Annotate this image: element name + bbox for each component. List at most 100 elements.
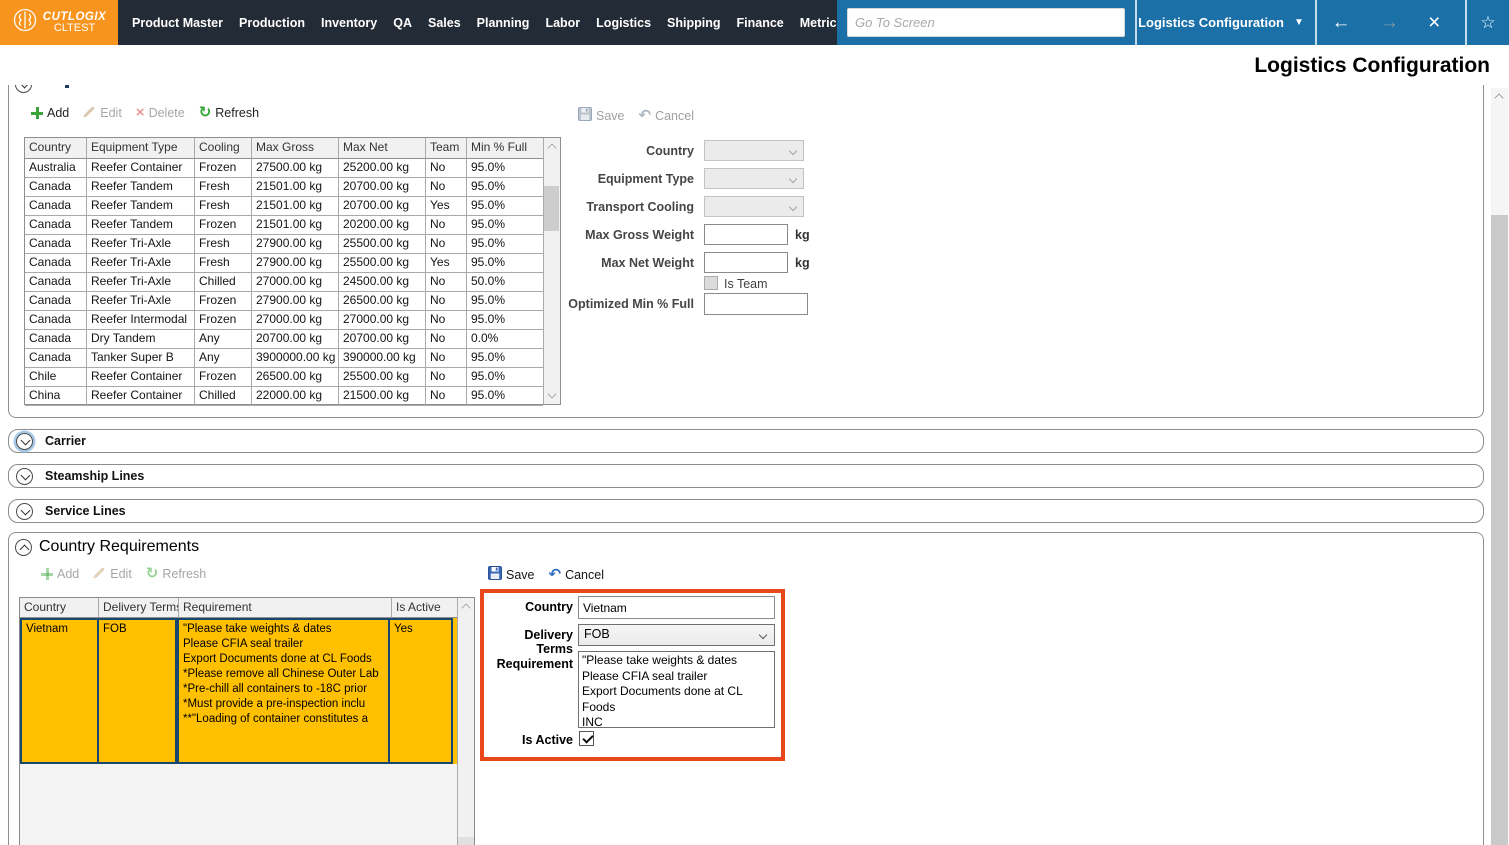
go-to-screen-input[interactable] [847,8,1125,37]
refresh-icon: ↻ [199,106,212,120]
nav-item-inventory[interactable]: Inventory [321,16,377,30]
delivery-terms-select[interactable]: FOB [578,624,775,646]
delete-icon: × [136,107,145,119]
table-cell: No [426,178,467,197]
table-cell: Canada [25,311,87,330]
max-net-weight-input[interactable] [704,252,788,273]
is-active-checkbox[interactable] [579,731,594,746]
service-lines-section-label: Service Lines [45,500,126,522]
selected-table-row[interactable]: Vietnam FOB "Please take weights & dates… [20,618,457,764]
save-icon [488,566,502,583]
table-cell: No [426,311,467,330]
nav-item-product-master[interactable]: Product Master [132,16,223,30]
table-cell: No [426,216,467,235]
kg-unit-label: kg [795,256,810,270]
equipment-form-toolbar: Save ↶ Cancel [578,107,694,124]
cancel-button: ↶ Cancel [639,109,695,123]
table-cell: Frozen [195,216,252,235]
expand-carrier-icon[interactable] [16,433,33,450]
table-row[interactable]: CanadaReefer IntermodalFrozen27000.00 kg… [25,311,543,330]
screen-selector-dropdown[interactable]: Logistics Configuration ▼ [1137,0,1305,45]
nav-item-qa[interactable]: QA [393,16,412,30]
table-cell: Fresh [195,197,252,216]
table-row[interactable]: CanadaReefer TandemFrozen21501.00 kg2020… [25,216,543,235]
max-gross-weight-input[interactable] [704,224,788,245]
table-cell: Reefer Tri-Axle [87,273,195,292]
favorite-star-icon[interactable]: ☆ [1467,0,1509,45]
table-row[interactable]: AustraliaReefer ContainerFrozen27500.00 … [25,159,543,178]
edit-button: Edit [93,566,132,582]
service-lines-section-header[interactable]: Service Lines [8,499,1484,523]
nav-item-shipping[interactable]: Shipping [667,16,720,30]
table-cell: Any [195,349,252,368]
equipment-toolbar: Add Edit × Delete ↻ Refresh [31,105,259,121]
table-row[interactable]: CanadaReefer Tri-AxleFresh27900.00 kg255… [25,254,543,273]
expand-steamship-icon[interactable] [16,468,33,485]
table-row[interactable]: CanadaDry TandemAny20700.00 kg20700.00 k… [25,330,543,349]
table-row[interactable]: ChinaReefer ContainerChilled22000.00 kg2… [25,387,543,406]
table-cell: Dry Tandem [87,330,195,349]
table-cell: No [426,349,467,368]
table-cell: Yes [426,254,467,273]
table-row[interactable]: CanadaReefer TandemFresh21501.00 kg20700… [25,197,543,216]
save-button[interactable]: Save [488,566,535,583]
max-net-weight-label: Max Net Weight [544,256,694,270]
table-row[interactable]: CanadaReefer Tri-AxleChilled27000.00 kg2… [25,273,543,292]
requirement-textarea[interactable]: "Please take weights & dates Please CFIA… [578,651,775,728]
nav-item-metrics[interactable]: Metrics [800,16,837,30]
country-req-toolbar: Add Edit ↻ Refresh [41,566,206,582]
table-row[interactable]: CanadaTanker Super BAny3900000.00 kg3900… [25,349,543,368]
collapse-country-requirements-icon[interactable] [15,539,32,556]
save-icon [578,107,592,124]
table-cell: Chilled [195,273,252,292]
scroll-up-icon[interactable] [461,603,470,612]
add-button[interactable]: Add [31,106,69,120]
is-active-cell: Yes [388,618,453,764]
table-cell: Tanker Super B [87,349,195,368]
expand-service-icon[interactable] [16,503,33,520]
nav-item-labor[interactable]: Labor [545,16,580,30]
nav-item-logistics[interactable]: Logistics [596,16,651,30]
refresh-button: ↻ Refresh [146,567,206,581]
cancel-button[interactable]: ↶ Cancel [549,568,605,582]
table-cell: China [25,387,87,406]
table-cell: 24500.00 kg [339,273,426,292]
top-bar: CUTLOGIX CLTEST Product MasterProduction… [0,0,1509,45]
edit-icon [93,566,106,582]
nav-item-planning[interactable]: Planning [477,16,530,30]
back-arrow-icon[interactable]: ← [1332,0,1351,45]
optimized-min-full-input[interactable] [704,293,808,315]
nav-item-production[interactable]: Production [239,16,305,30]
table-cell: Reefer Container [87,159,195,178]
table-cell: 20700.00 kg [339,197,426,216]
table-row[interactable]: ChileReefer ContainerFrozen26500.00 kg25… [25,368,543,387]
main-scrollbar[interactable] [1491,88,1508,845]
requirement-label: Requirement [487,657,573,671]
table-cell: No [426,387,467,406]
country-label: Country [544,144,694,158]
scroll-down-icon[interactable] [547,389,556,398]
table-row[interactable]: CanadaReefer Tri-AxleFresh27900.00 kg255… [25,235,543,254]
scrollbar-thumb[interactable] [1491,215,1508,845]
steamship-lines-section-header[interactable]: Steamship Lines [8,464,1484,488]
table-cell: Reefer Container [87,387,195,406]
nav-item-finance[interactable]: Finance [737,16,784,30]
table-row[interactable]: CanadaReefer Tri-AxleFrozen27900.00 kg26… [25,292,543,311]
carrier-section-header[interactable]: Carrier [8,429,1484,453]
country-input[interactable] [578,596,775,619]
table-cell: Any [195,330,252,349]
country-req-table-scrollbar[interactable] [457,598,474,845]
collapse-section-icon[interactable] [15,85,32,93]
refresh-button[interactable]: ↻ Refresh [199,106,259,120]
scrollbar-corner [458,837,474,845]
table-cell: 26500.00 kg [252,368,339,387]
nav-item-sales[interactable]: Sales [428,16,461,30]
brand-name: CUTLOGIX [43,11,106,23]
scroll-up-button[interactable] [1491,88,1508,105]
carrier-section-label: Carrier [45,430,86,452]
table-cell: 50.0% [467,273,543,292]
table-cell: Reefer Tri-Axle [87,292,195,311]
close-icon[interactable]: × [1428,0,1440,45]
table-row[interactable]: CanadaReefer TandemFresh21501.00 kg20700… [25,178,543,197]
table-cell: Reefer Intermodal [87,311,195,330]
